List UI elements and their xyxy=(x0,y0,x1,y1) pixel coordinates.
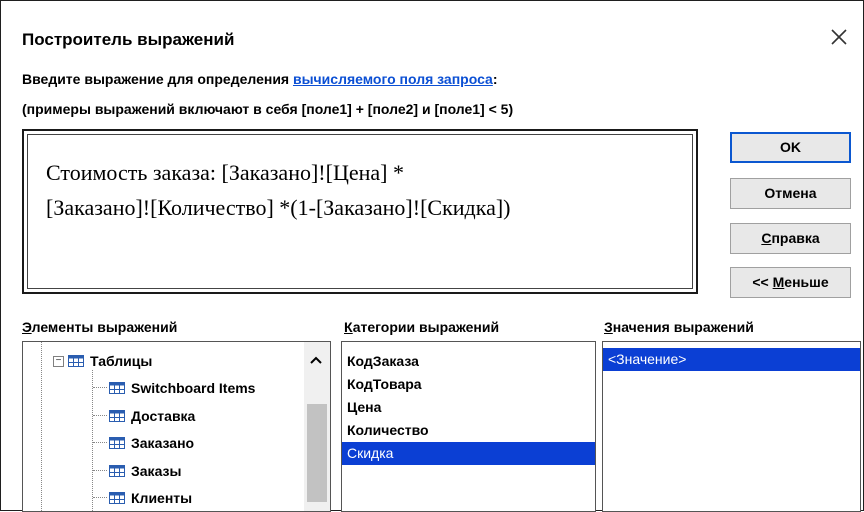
calculated-field-link[interactable]: вычисляемого поля запроса xyxy=(293,71,493,87)
tree-item-label: Заказы xyxy=(131,463,182,479)
dialog-title: Построитель выражений xyxy=(22,30,235,49)
category-item[interactable]: КодТовара xyxy=(342,373,595,396)
elements-hotkey: Э xyxy=(22,319,32,335)
categories-section-label: Категории выражений xyxy=(344,319,499,335)
instruction-suffix: : xyxy=(492,71,498,87)
table-icon xyxy=(68,355,84,368)
tree-item-ordered[interactable]: Заказано xyxy=(109,432,194,454)
category-item-selected[interactable]: Скидка xyxy=(342,442,595,465)
scrollbar-thumb[interactable] xyxy=(307,404,327,502)
expression-text[interactable]: Стоимость заказа: [Заказано]![Цена] * [З… xyxy=(27,134,693,289)
chevron-up-icon xyxy=(310,356,322,364)
help-button[interactable]: Справка xyxy=(730,223,851,254)
instruction-text: Введите выражение для определения вычисл… xyxy=(22,71,498,87)
tree-item-orders[interactable]: Заказы xyxy=(109,460,181,482)
tree-line xyxy=(93,387,107,388)
collapse-icon[interactable]: − xyxy=(53,355,64,367)
expression-values-list[interactable]: <Значение> xyxy=(602,341,861,512)
categories-hotkey: К xyxy=(344,319,353,335)
tree-item-label: Таблицы xyxy=(90,353,153,369)
tree-item-customers[interactable]: Клиенты xyxy=(109,487,192,509)
tree-line xyxy=(93,442,107,443)
categories-label: атегории выражений xyxy=(352,319,500,335)
tree-item-switchboard-items[interactable]: Switchboard Items xyxy=(109,377,255,399)
close-icon[interactable] xyxy=(827,25,851,49)
tree-line xyxy=(93,497,107,498)
category-item[interactable]: Цена xyxy=(342,396,595,419)
elements-section-label: Элементы выражений xyxy=(22,319,177,335)
ok-button[interactable]: OK xyxy=(730,132,851,163)
table-icon xyxy=(109,410,125,423)
expression-elements-tree[interactable]: − Таблицы Switchboard Items Доставка Зака… xyxy=(22,341,331,512)
tree-item-delivery[interactable]: Доставка xyxy=(109,405,195,427)
less-hotkey: М xyxy=(772,274,785,290)
help-label: правка xyxy=(771,230,820,246)
elements-label: лементы выражений xyxy=(31,319,178,335)
table-icon xyxy=(109,382,125,395)
less-label: еньше xyxy=(784,274,829,290)
table-icon xyxy=(109,465,125,478)
tree-item-label: Заказано xyxy=(131,435,195,451)
expression-categories-list[interactable]: КодЗаказа КодТовара Цена Количество Скид… xyxy=(341,341,596,512)
cancel-button[interactable]: Отмена xyxy=(730,178,851,209)
values-hotkey: З xyxy=(604,319,613,335)
tree-item-label: Клиенты xyxy=(131,490,193,506)
less-prefix: << xyxy=(752,274,773,290)
category-item[interactable]: Количество xyxy=(342,419,595,442)
values-section-label: Значения выражений xyxy=(604,319,754,335)
table-icon xyxy=(109,437,125,450)
tree-line xyxy=(93,415,107,416)
category-item[interactable]: КодЗаказа xyxy=(342,350,595,373)
elements-scrollbar[interactable] xyxy=(304,342,330,511)
tree-item-label: Switchboard Items xyxy=(131,380,256,396)
tree-item-label: Доставка xyxy=(131,408,196,424)
tree-line xyxy=(41,342,42,511)
values-label: начения выражений xyxy=(612,319,754,335)
tree-line xyxy=(93,470,107,471)
expression-builder-dialog: Построитель выражений Введите выражение … xyxy=(0,0,864,512)
less-button[interactable]: << Меньше xyxy=(730,267,851,298)
value-item-selected[interactable]: <Значение> xyxy=(603,348,860,371)
instruction-prefix: Введите выражение для определения xyxy=(22,71,293,87)
tree-item-tables[interactable]: − Таблицы xyxy=(53,350,152,372)
examples-text: (примеры выражений включают в себя [поле… xyxy=(22,101,514,117)
help-hotkey: С xyxy=(761,230,772,246)
scroll-up-icon[interactable] xyxy=(310,352,322,367)
tree-line xyxy=(92,370,93,511)
expression-editor[interactable]: Стоимость заказа: [Заказано]![Цена] * [З… xyxy=(22,129,698,294)
table-icon xyxy=(109,492,125,505)
